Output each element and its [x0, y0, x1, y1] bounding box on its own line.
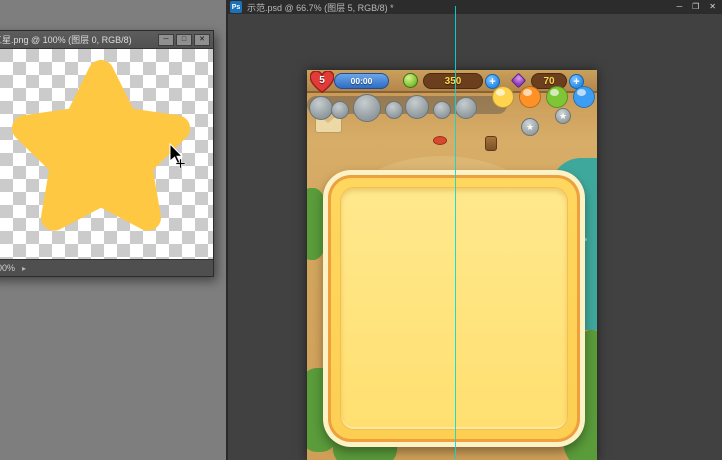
dialog-panel-ring — [328, 175, 580, 442]
minimize-icon[interactable]: ─ — [676, 1, 682, 13]
stone — [455, 97, 477, 119]
stone — [385, 101, 403, 119]
status-bar: 100% ▸ — [0, 259, 213, 276]
window-controls: ─ □ ✕ — [158, 33, 210, 46]
lives-heart-icon: 5 — [310, 71, 334, 93]
status-menu-arrow-icon[interactable]: ▸ — [22, 264, 26, 273]
barrel-decoration — [485, 136, 497, 151]
window-controls: ─ ❐ ✕ — [676, 1, 716, 13]
move-tool-cursor — [169, 143, 186, 169]
booster-ball-orange — [519, 86, 541, 108]
stone — [405, 95, 429, 119]
document-tab[interactable]: 示范.psd @ 66.7% (图层 5, RGB/8) * — [247, 1, 394, 14]
window-title: 五星.png @ 100% (图层 0, RGB/8) — [0, 35, 132, 45]
minimize-button[interactable]: ─ — [158, 33, 174, 46]
stone — [353, 94, 381, 122]
starfish-stone: ★ — [521, 118, 539, 136]
zoom-level[interactable]: 100% — [0, 263, 15, 273]
booster-ball-blue — [573, 86, 595, 108]
timer-banner: 00:00 — [334, 73, 389, 89]
stone — [309, 96, 333, 120]
crab-decoration — [433, 136, 447, 145]
close-button[interactable]: ✕ — [194, 33, 210, 46]
dialog-panel-body — [331, 178, 577, 439]
stone — [433, 101, 451, 119]
dialog-panel — [323, 170, 585, 447]
transparent-canvas[interactable] — [0, 49, 213, 259]
booster-ball-yellow — [492, 86, 514, 108]
document-tab-bar: Ps 示范.psd @ 66.7% (图层 5, RGB/8) * ─ ❐ ✕ — [228, 0, 722, 14]
document-canvas-area[interactable]: ★ ★ 5 00:00 350 + 70 + — [228, 14, 722, 460]
photoshop-logo: Ps — [230, 1, 242, 13]
vertical-guide-line[interactable] — [455, 6, 456, 460]
game-artwork[interactable]: ★ ★ 5 00:00 350 + 70 + — [307, 70, 597, 460]
floating-document-window: 五星.png @ 100% (图层 0, RGB/8) ─ □ ✕ 100% ▸ — [0, 30, 214, 277]
dialog-panel-inner — [340, 187, 568, 430]
lives-count: 5 — [319, 75, 325, 86]
score-board: 350 — [423, 73, 483, 89]
document-pane: Ps 示范.psd @ 66.7% (图层 5, RGB/8) * ─ ❐ ✕ — [226, 0, 722, 460]
window-title-bar[interactable]: 五星.png @ 100% (图层 0, RGB/8) ─ □ ✕ — [0, 31, 213, 49]
booster-ball-green — [546, 86, 568, 108]
maximize-button[interactable]: □ — [176, 33, 192, 46]
stone — [331, 101, 349, 119]
green-gem-icon — [403, 73, 418, 88]
starfish-stone: ★ — [555, 108, 571, 124]
restore-icon[interactable]: ❐ — [692, 1, 699, 13]
close-icon[interactable]: ✕ — [709, 1, 716, 13]
photoshop-workspace: Ps 示范.psd @ 66.7% (图层 5, RGB/8) * ─ ❐ ✕ — [0, 0, 722, 460]
